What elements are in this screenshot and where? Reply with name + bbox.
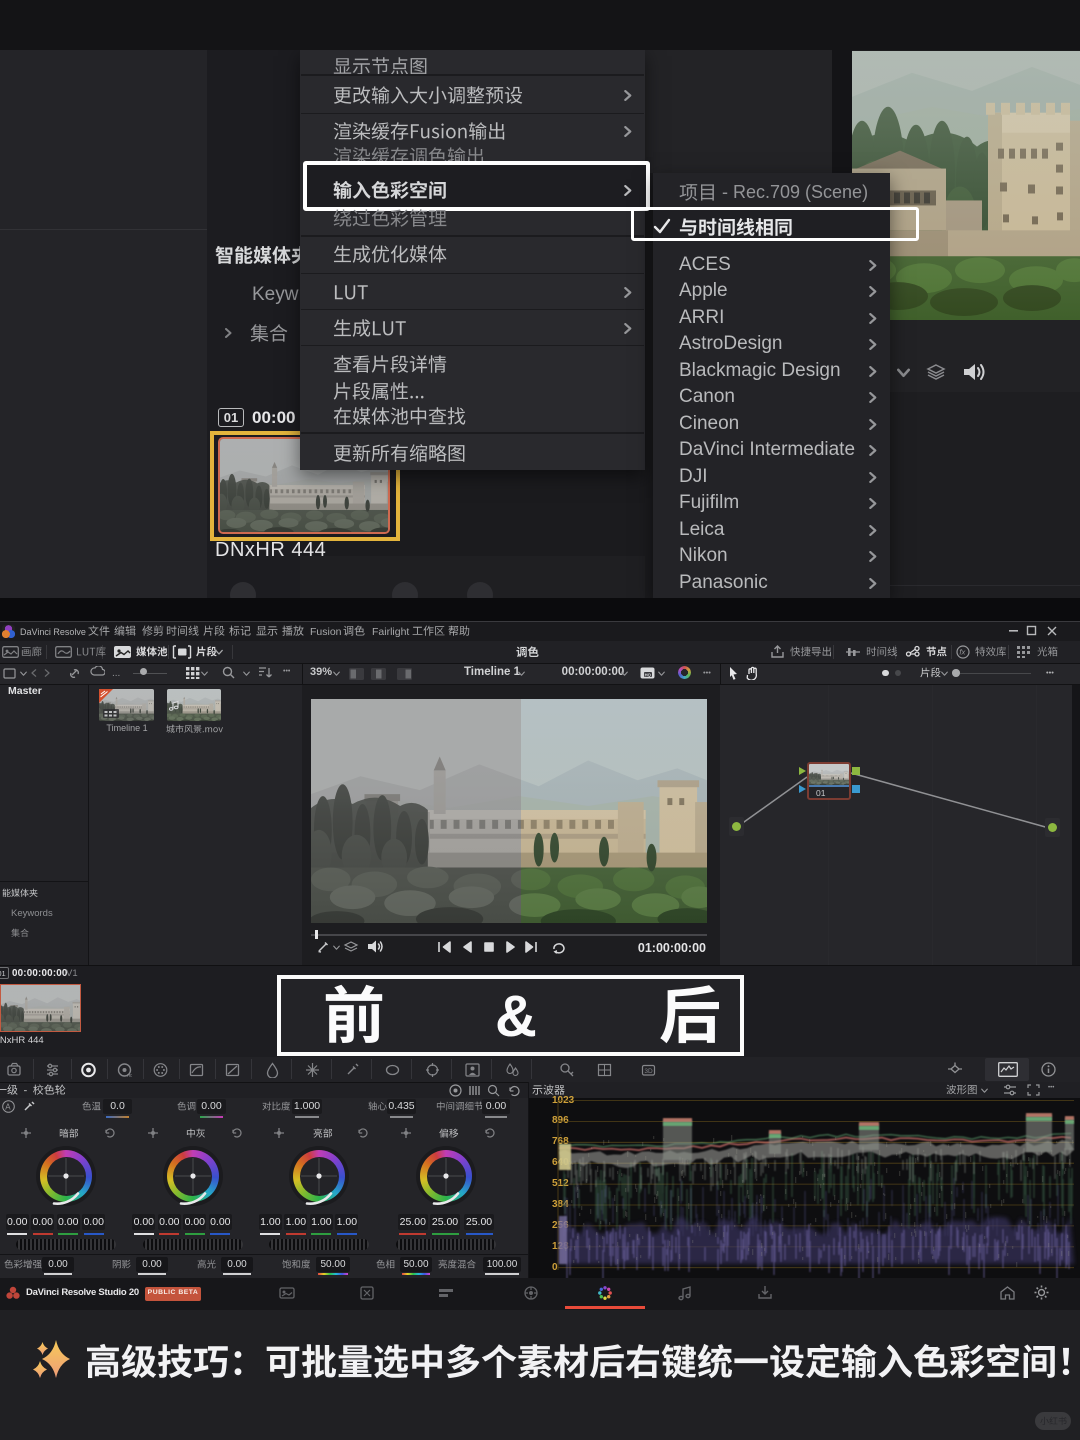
svg-text:3D: 3D — [644, 1068, 653, 1075]
svg-text:HQ: HQ — [645, 672, 652, 677]
svg-text:fx: fx — [959, 648, 965, 657]
svg-text:HDR: HDR — [127, 1073, 132, 1078]
svg-text:A: A — [5, 1103, 11, 1112]
